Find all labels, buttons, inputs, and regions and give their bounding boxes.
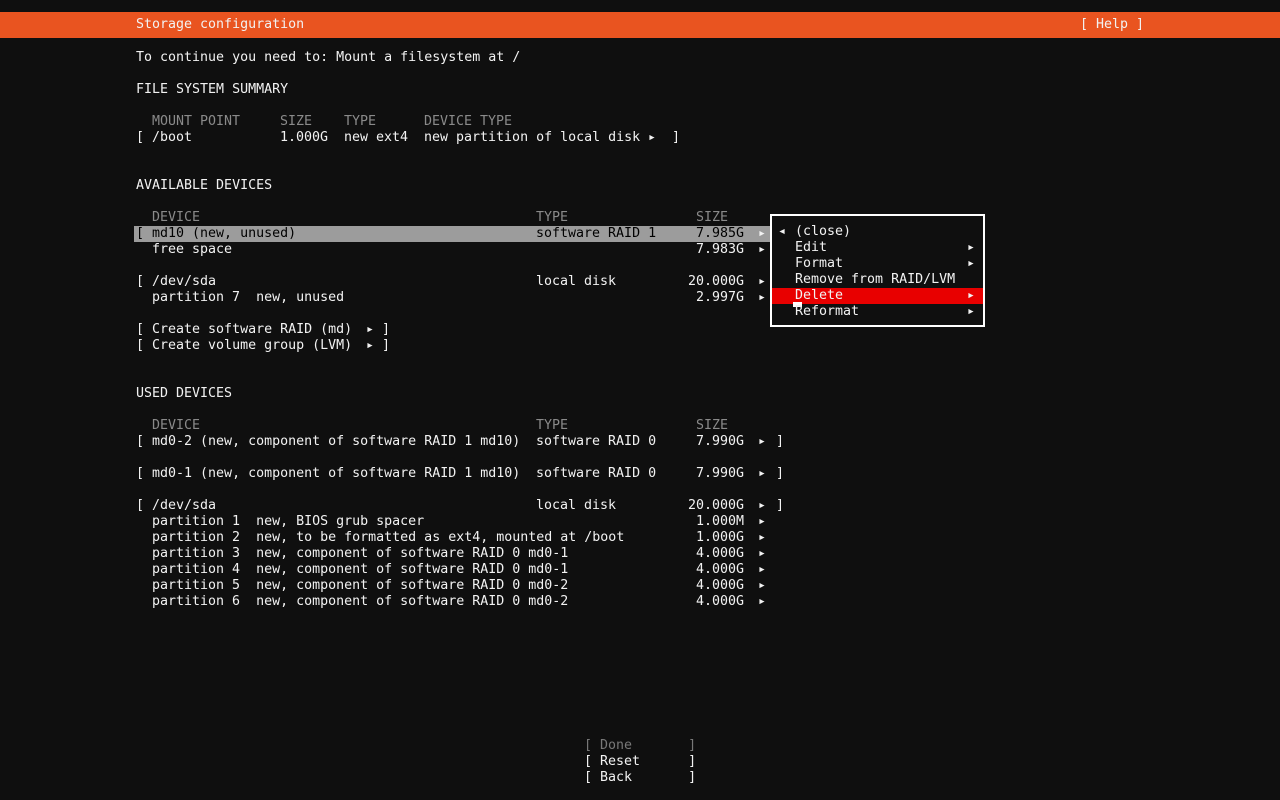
- row-partition2-size: 1.000G: [695, 530, 744, 545]
- device-context-menu: ◂ (close) Edit ▸ Format ▸ Remove from RA…: [770, 214, 985, 327]
- row-partition3[interactable]: partition 3 new, component of software R…: [152, 546, 568, 562]
- create-volume-group-close-bracket: ]: [382, 338, 391, 353]
- fs-col-type: TYPE: [344, 114, 377, 129]
- used-row-sda[interactable]: [ /dev/sda: [136, 498, 216, 514]
- chevron-right-icon: ▸: [758, 562, 767, 577]
- titlebar: Storage configuration [ Help ]: [0, 12, 1280, 38]
- chevron-right-icon: ▸: [366, 338, 375, 353]
- delete-hotkey: D: [795, 288, 804, 303]
- create-volume-group-button[interactable]: [ Create volume group (LVM): [136, 338, 352, 354]
- used-col-type: TYPE: [536, 418, 569, 433]
- row-partition5[interactable]: partition 5 new, component of software R…: [152, 578, 568, 594]
- avail-col-device: DEVICE: [152, 210, 201, 225]
- chevron-right-icon: ▸: [366, 322, 375, 337]
- reset-button[interactable]: [ Reset ]: [584, 754, 696, 770]
- menu-item-edit[interactable]: Edit: [795, 240, 827, 256]
- row-partition7-size: 2.997G: [695, 290, 744, 305]
- available-devices-heading: AVAILABLE DEVICES: [136, 178, 273, 193]
- menu-item-delete[interactable]: Delete ▸: [772, 288, 983, 304]
- row-partition2[interactable]: partition 2 new, to be formatted as ext4…: [152, 530, 624, 546]
- fs-row-boot-close-bracket: ]: [672, 130, 681, 145]
- chevron-right-icon: ▸: [967, 256, 976, 271]
- chevron-right-icon: ▸: [758, 578, 767, 593]
- help-button[interactable]: [ Help ]: [1080, 17, 1144, 33]
- chevron-right-icon: ▸: [967, 288, 976, 303]
- used-row-sda-type: local disk: [536, 498, 617, 513]
- fs-col-mount-point: MOUNT POINT: [152, 114, 241, 129]
- chevron-right-icon: ▸: [758, 274, 767, 289]
- chevron-right-icon: ▸: [758, 594, 767, 609]
- row-md0-2[interactable]: [ md0-2 (new, component of software RAID…: [136, 434, 520, 450]
- used-row-sda-close-bracket: ]: [776, 498, 785, 513]
- fs-summary-heading: FILE SYSTEM SUMMARY: [136, 82, 289, 97]
- row-partition6[interactable]: partition 6 new, component of software R…: [152, 594, 568, 610]
- fs-row-boot-type: new ext4: [344, 130, 409, 145]
- delete-label-rest: elete: [803, 288, 844, 303]
- chevron-right-icon: ▸: [758, 290, 767, 305]
- row-free-space[interactable]: free space: [152, 242, 232, 258]
- fs-row-boot[interactable]: [ /boot: [136, 130, 192, 146]
- row-partition6-size: 4.000G: [695, 594, 744, 609]
- chevron-right-icon: ▸: [758, 546, 767, 561]
- avail-row-sda-type: local disk: [536, 274, 617, 289]
- used-col-size: SIZE: [696, 418, 729, 433]
- avail-row-sda-size: 20.000G: [687, 274, 744, 289]
- row-md0-1-close-bracket: ]: [776, 466, 785, 481]
- storage-configuration-screen: { "palette": {"accent":"#e95420","danger…: [0, 0, 1280, 800]
- menu-item-close[interactable]: (close): [795, 224, 851, 240]
- row-md10-label: [ md10 (new, unused): [136, 226, 297, 241]
- used-col-device: DEVICE: [152, 418, 201, 433]
- avail-col-type: TYPE: [536, 210, 569, 225]
- row-partition1[interactable]: partition 1 new, BIOS grub spacer: [152, 514, 424, 530]
- row-partition4[interactable]: partition 4 new, component of software R…: [152, 562, 568, 578]
- done-button: [ Done ]: [584, 738, 697, 753]
- row-md0-1[interactable]: [ md0-1 (new, component of software RAID…: [136, 466, 520, 482]
- fs-col-device-type: DEVICE TYPE: [424, 114, 513, 129]
- row-md10-focused[interactable]: [ md10 (new, unused) software RAID 1 7.9…: [134, 226, 770, 242]
- chevron-right-icon: ▸: [758, 530, 767, 545]
- fs-row-boot-size: 1.000G: [280, 130, 329, 145]
- row-md10-size: 7.985G: [695, 226, 744, 241]
- chevron-right-icon: ▸: [758, 498, 767, 513]
- page-title: Storage configuration: [136, 17, 305, 32]
- row-partition4-size: 4.000G: [695, 562, 744, 577]
- row-partition7[interactable]: partition 7 new, unused: [152, 290, 344, 306]
- row-partition1-size: 1.000M: [695, 514, 744, 529]
- chevron-right-icon: ▸: [758, 242, 767, 257]
- row-md0-2-size: 7.990G: [695, 434, 744, 449]
- used-devices-heading: USED DEVICES: [136, 386, 233, 401]
- chevron-right-icon: ▸: [758, 466, 767, 481]
- menu-item-remove-from-raid-lvm: Remove from RAID/LVM: [795, 272, 956, 287]
- fs-row-boot-device-type: new partition of local disk: [424, 130, 641, 145]
- avail-col-size: SIZE: [696, 210, 729, 225]
- menu-item-reformat: Reformat: [795, 304, 860, 319]
- chevron-right-icon: ▸: [758, 514, 767, 529]
- row-partition3-size: 4.000G: [695, 546, 744, 561]
- used-row-sda-size: 20.000G: [687, 498, 744, 513]
- create-software-raid-close-bracket: ]: [382, 322, 391, 337]
- chevron-right-icon: ▸: [967, 240, 976, 255]
- chevron-right-icon: ▸: [648, 130, 657, 145]
- chevron-right-icon: ▸: [967, 304, 976, 319]
- create-software-raid-button[interactable]: [ Create software RAID (md): [136, 322, 352, 338]
- chevron-right-icon: ▸: [758, 434, 767, 449]
- row-free-space-size: 7.983G: [695, 242, 744, 257]
- fs-col-size: SIZE: [280, 114, 313, 129]
- row-md0-1-size: 7.990G: [695, 466, 744, 481]
- menu-item-format[interactable]: Format: [795, 256, 843, 272]
- row-partition5-size: 4.000G: [695, 578, 744, 593]
- row-md0-2-close-bracket: ]: [776, 434, 785, 449]
- chevron-right-icon: ▸: [758, 226, 767, 241]
- chevron-left-icon: ◂: [778, 224, 787, 239]
- back-button[interactable]: [ Back ]: [584, 770, 696, 786]
- avail-row-sda[interactable]: [ /dev/sda: [136, 274, 216, 290]
- continue-requirement-text: To continue you need to: Mount a filesys…: [136, 50, 521, 65]
